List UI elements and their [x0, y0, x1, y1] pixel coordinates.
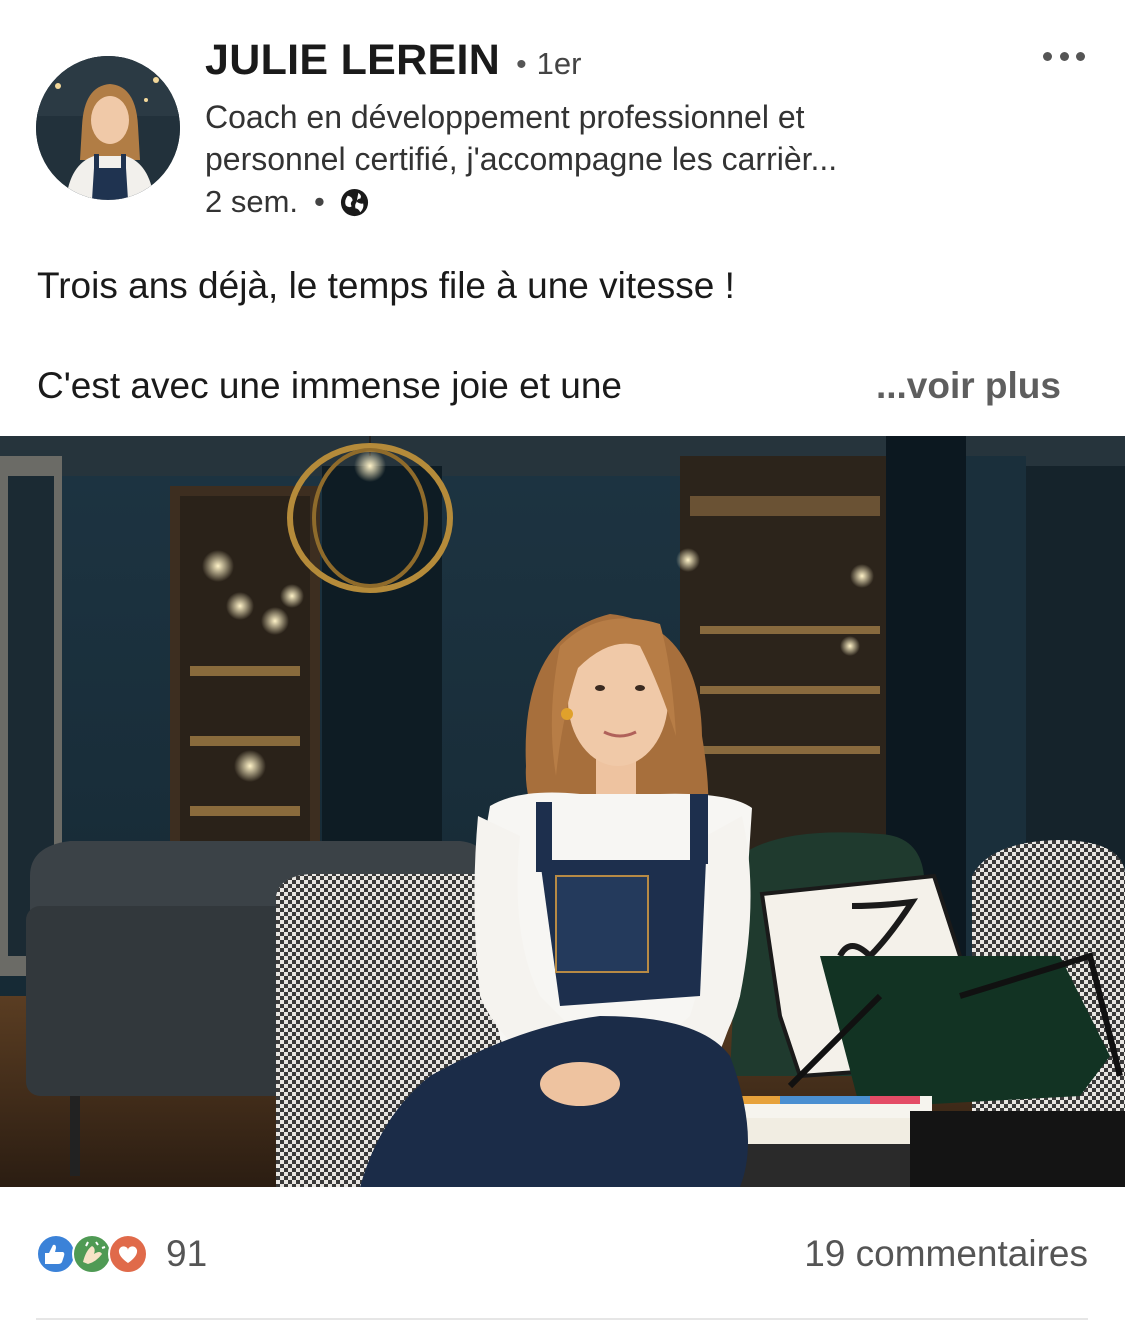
reactions-summary[interactable]: 91: [36, 1233, 207, 1275]
post-body: Trois ans déjà, le temps file à une vite…: [37, 262, 1087, 410]
more-options-button[interactable]: [1043, 46, 1085, 66]
reaction-count: 91: [166, 1233, 208, 1274]
celebrate-icon: [72, 1234, 112, 1274]
post-header: JULIE LEREIN • 1er Coach en développemen…: [205, 36, 1025, 224]
globe-icon: [339, 187, 370, 218]
more-dot-icon: [1043, 51, 1052, 61]
post-time: 2 sem.: [205, 184, 299, 219]
headline-line: personnel certifié, j'accompagne les car…: [205, 141, 838, 177]
separator-dot: •: [516, 48, 527, 81]
divider: [36, 1318, 1088, 1320]
comments-count-link[interactable]: 19 commentaires: [804, 1233, 1088, 1275]
post-text-line-2: C'est avec une immense joie et une ...vo…: [37, 362, 1087, 410]
post-text-line: C'est avec une immense joie et une: [37, 365, 622, 406]
more-dot-icon: [1076, 51, 1085, 61]
photo-image: [0, 436, 1125, 1187]
like-icon: [36, 1234, 76, 1274]
author-headline[interactable]: Coach en développement professionnel et …: [205, 96, 1005, 180]
reaction-icons: [36, 1234, 154, 1274]
post-meta: 2 sem. •: [205, 180, 1025, 224]
feed-post: JULIE LEREIN • 1er Coach en développemen…: [0, 0, 1125, 1327]
separator-dot: •: [314, 184, 325, 219]
see-more-link[interactable]: ...voir plus: [876, 362, 1061, 410]
headline-line: Coach en développement professionnel et: [205, 99, 805, 135]
author-avatar[interactable]: [36, 56, 180, 200]
post-text-line: Trois ans déjà, le temps file à une vite…: [37, 265, 735, 306]
connection-degree: 1er: [536, 46, 582, 81]
love-icon: [108, 1234, 148, 1274]
author-name-row: JULIE LEREIN • 1er: [205, 36, 1025, 96]
post-social-bar: 91 19 commentaires: [36, 1228, 1088, 1280]
author-name[interactable]: JULIE LEREIN: [205, 36, 500, 85]
more-dot-icon: [1059, 51, 1069, 61]
avatar-photo: [36, 56, 180, 200]
post-image[interactable]: [0, 436, 1125, 1187]
